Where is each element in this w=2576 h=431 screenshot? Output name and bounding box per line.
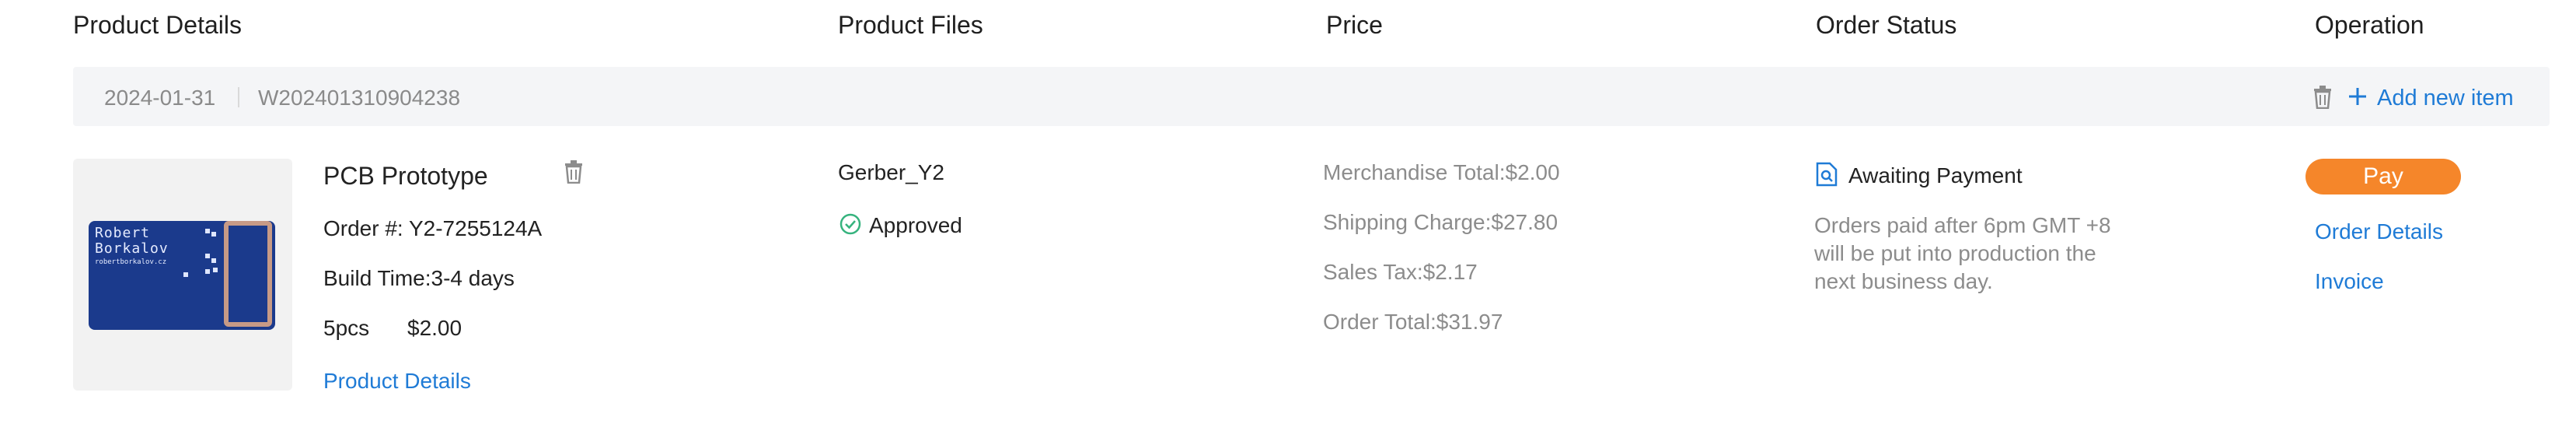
pcb-pad (224, 221, 272, 327)
add-new-item-button[interactable]: Add new item (2347, 82, 2514, 114)
shipping-charge: Shipping Charge:$27.80 (1323, 210, 1559, 234)
pcb-name-line2: Borkalov (95, 240, 169, 257)
divider (238, 87, 239, 107)
order-number: W202401310904238 (258, 86, 461, 110)
pcb-dot (205, 229, 210, 233)
header-operation: Operation (2315, 11, 2424, 39)
sales-tax: Sales Tax:$2.17 (1323, 260, 1478, 284)
product-title: PCB Prototype (323, 162, 488, 190)
header-price: Price (1326, 11, 1383, 39)
pcb-dot (213, 268, 218, 272)
pcb-name-line1: Robert (95, 225, 151, 241)
gerber-file-name: Gerber_Y2 (838, 160, 944, 184)
order-number-line: Order #: Y2-7255124A (323, 216, 543, 240)
pcb-dot (183, 272, 188, 277)
order-total: Order Total:$31.97 (1323, 310, 1503, 334)
order-details-link[interactable]: Order Details (2315, 219, 2443, 244)
order-date: 2024-01-31 (104, 86, 216, 110)
product-details-link[interactable]: Product Details (323, 369, 471, 394)
pcb-sub-text: robertborkalov.cz (95, 258, 167, 266)
pay-button[interactable]: Pay (2305, 159, 2461, 194)
order-status-label: Awaiting Payment (1848, 163, 2023, 187)
plus-icon (2347, 86, 2368, 110)
pcb-dot (211, 258, 216, 263)
trash-icon[interactable] (2313, 86, 2332, 113)
file-status: Approved (869, 213, 962, 237)
delete-product-icon[interactable] (564, 160, 583, 187)
build-time: Build Time:3-4 days (323, 266, 515, 290)
pcb-image: Robert Borkalov robertborkalov.cz (89, 221, 275, 330)
invoice-link[interactable]: Invoice (2315, 269, 2384, 294)
merchandise-total: Merchandise Total:$2.00 (1323, 160, 1560, 184)
quantity: 5pcs (323, 316, 370, 340)
pcb-dot (211, 232, 216, 237)
document-search-icon (1816, 162, 1838, 191)
add-new-item-label: Add new item (2377, 85, 2514, 110)
header-order-status: Order Status (1816, 11, 1957, 39)
pcb-dot (205, 269, 210, 274)
production-note: Orders paid after 6pm GMT +8 will be put… (1814, 213, 2111, 293)
header-product-files: Product Files (838, 11, 983, 39)
product-thumbnail[interactable]: Robert Borkalov robertborkalov.cz (73, 159, 292, 391)
check-circle-icon (839, 213, 861, 239)
unit-price: $2.00 (407, 316, 462, 340)
header-product-details: Product Details (73, 11, 242, 39)
pcb-dot (205, 254, 210, 258)
